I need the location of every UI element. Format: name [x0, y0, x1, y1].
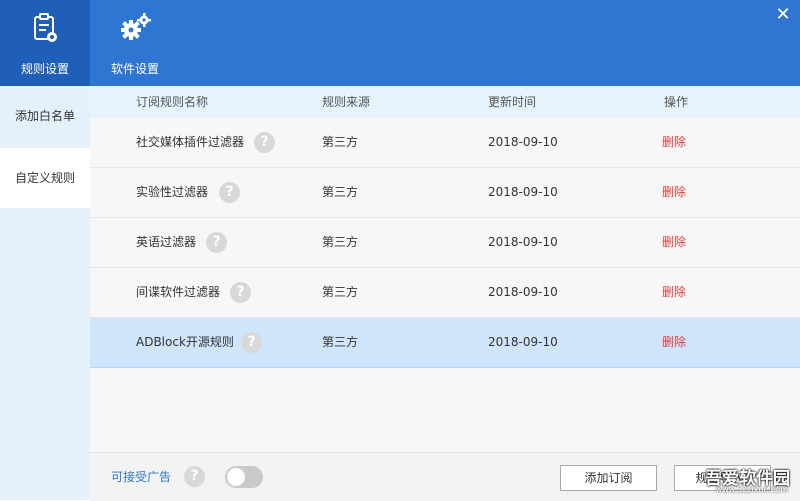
delete-link[interactable]: 删除: [662, 168, 686, 217]
header-rule-name: 订阅规则名称: [136, 95, 209, 109]
rule-source: 第三方: [322, 285, 359, 299]
tab-software-settings[interactable]: 软件设置: [90, 0, 180, 86]
table-row[interactable]: 社交媒体插件过滤器 ? 第三方 2018-09-10 删除: [90, 118, 800, 168]
header-action: 操作: [664, 95, 689, 109]
rule-name: 英语过滤器: [136, 235, 197, 249]
table-row-selected[interactable]: ADBlock开源规则 ? 第三方 2018-09-10 删除: [90, 318, 800, 368]
toggle-knob: [227, 468, 245, 486]
rule-name: 社交媒体插件过滤器: [136, 135, 245, 149]
rule-date: 2018-09-10: [488, 235, 558, 249]
header-update-time: 更新时间: [488, 95, 537, 109]
subscription-rules-table: 订阅规则名称 规则来源 更新时间 操作 社交媒体插件过滤器 ? 第三方 2018…: [90, 86, 800, 452]
acceptable-ads-toggle[interactable]: [225, 466, 263, 488]
site-watermark: 吾爱软件园 www.52zixue.com: [684, 462, 796, 498]
rule-name: 间谍软件过滤器: [136, 285, 221, 299]
delete-link[interactable]: 删除: [662, 268, 686, 317]
watermark-url: www.52zixue.com: [715, 485, 788, 494]
top-navigation-bar: 规则设置 软件设置 ✕: [0, 0, 800, 86]
clipboard-gear-icon: [0, 12, 90, 46]
help-icon[interactable]: ?: [184, 466, 205, 487]
rule-source: 第三方: [322, 235, 359, 249]
delete-link[interactable]: 删除: [662, 318, 686, 367]
gears-icon: [90, 12, 180, 46]
table-header: 订阅规则名称 规则来源 更新时间 操作: [90, 86, 800, 118]
rule-source: 第三方: [322, 185, 359, 199]
table-row[interactable]: 实验性过滤器 ? 第三方 2018-09-10 删除: [90, 168, 800, 218]
sidebar-item-custom-rules[interactable]: 自定义规则: [0, 148, 90, 208]
help-icon[interactable]: ?: [241, 332, 262, 353]
help-icon[interactable]: ?: [230, 282, 251, 303]
tab-rule-settings[interactable]: 规则设置: [0, 0, 90, 86]
rule-name: 实验性过滤器: [136, 185, 209, 199]
tab-software-settings-label: 软件设置: [110, 62, 159, 76]
acceptable-ads-label: 可接受广告: [111, 470, 172, 484]
close-icon[interactable]: ✕: [774, 6, 792, 24]
add-subscription-button[interactable]: 添加订阅: [560, 465, 657, 491]
tab-rule-settings-label: 规则设置: [20, 62, 69, 76]
table-row[interactable]: 英语过滤器 ? 第三方 2018-09-10 删除: [90, 218, 800, 268]
rule-date: 2018-09-10: [488, 135, 558, 149]
table-row[interactable]: 间谍软件过滤器 ? 第三方 2018-09-10 删除: [90, 268, 800, 318]
rule-source: 第三方: [322, 135, 359, 149]
rule-source: 第三方: [322, 335, 359, 349]
help-icon[interactable]: ?: [219, 182, 240, 203]
rule-date: 2018-09-10: [488, 285, 558, 299]
rule-date: 2018-09-10: [488, 335, 558, 349]
delete-link[interactable]: 删除: [662, 218, 686, 267]
sidebar: 添加白名单 自定义规则: [0, 86, 90, 500]
header-rule-source: 规则来源: [322, 95, 371, 109]
delete-link[interactable]: 删除: [662, 118, 686, 167]
rule-date: 2018-09-10: [488, 185, 558, 199]
help-icon[interactable]: ?: [206, 232, 227, 253]
sidebar-item-whitelist[interactable]: 添加白名单: [0, 86, 90, 146]
help-icon[interactable]: ?: [254, 132, 275, 153]
rule-name: ADBlock开源规则: [136, 335, 234, 349]
